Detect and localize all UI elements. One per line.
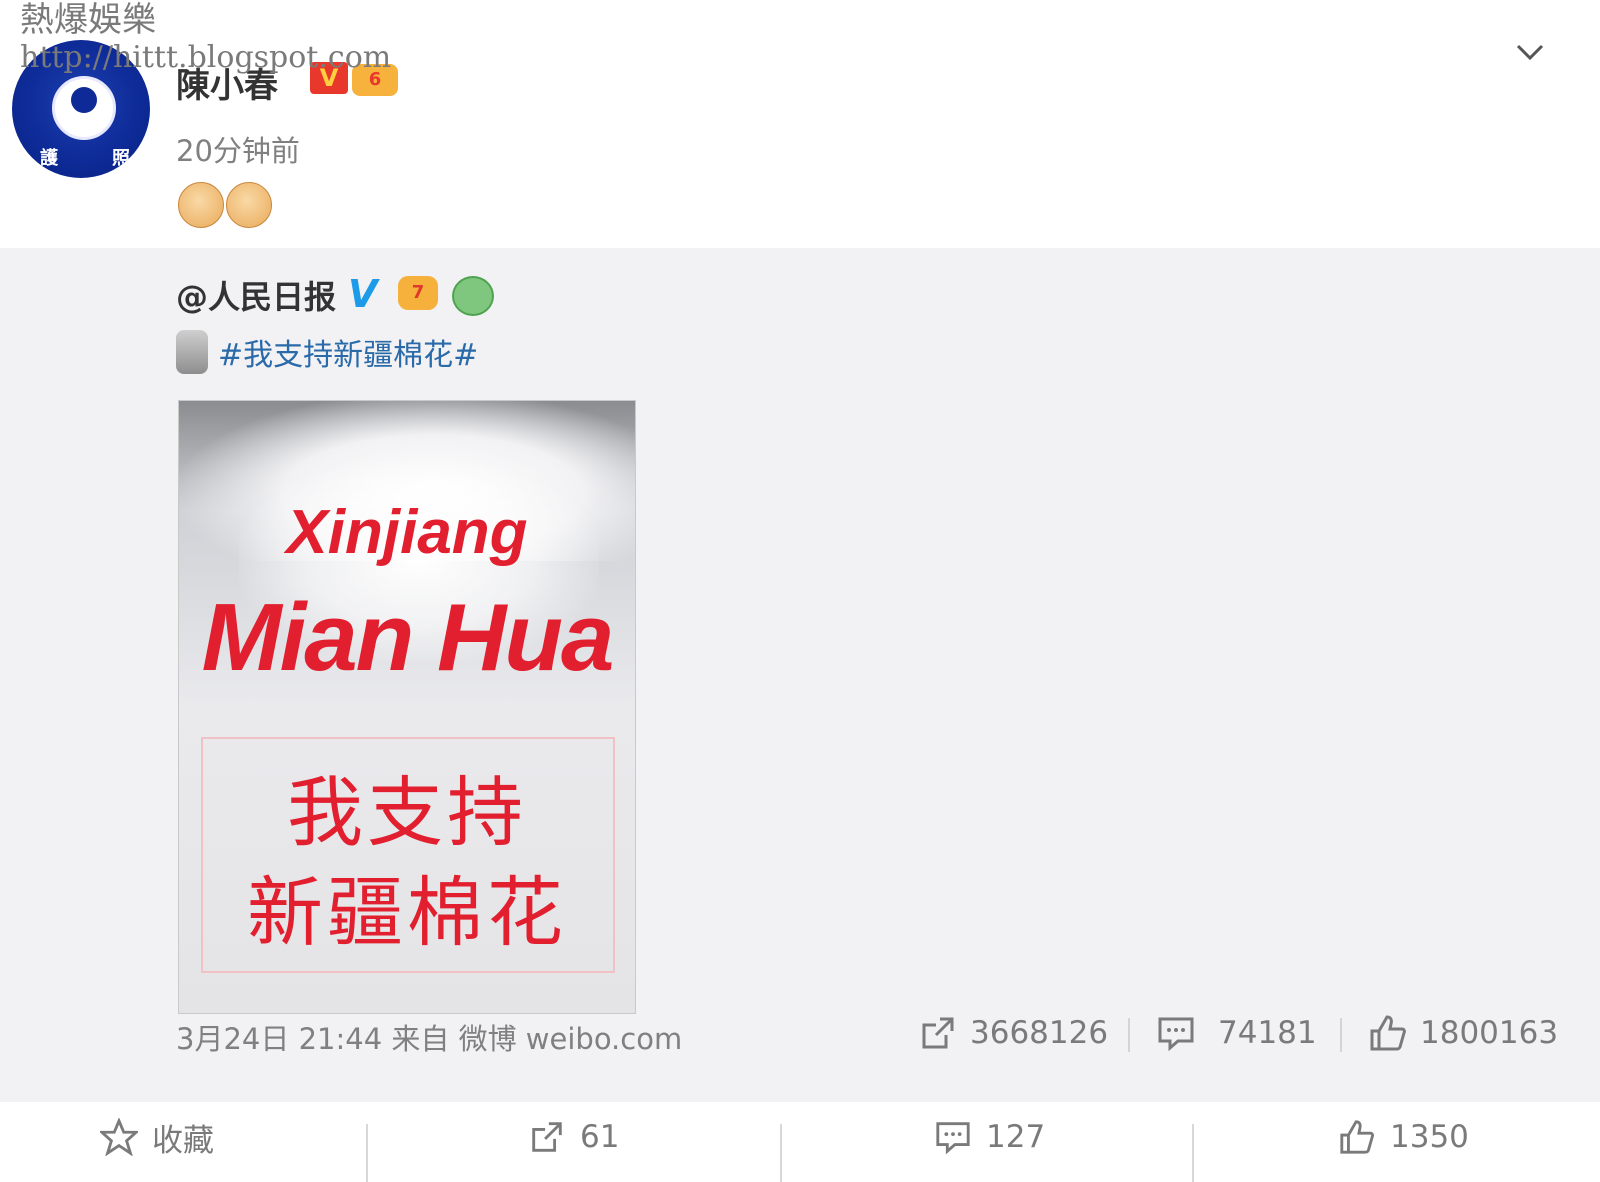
repost-stat[interactable]: 3668126: [918, 1010, 1108, 1056]
avatar-chars: 護照: [40, 148, 130, 169]
image-text-zh1: 我支持: [287, 768, 527, 857]
comment-count: 74181: [1218, 1015, 1317, 1051]
divider: [780, 1124, 782, 1182]
comment-button[interactable]: 127: [934, 1110, 1045, 1164]
fist-emoji-icon: [178, 182, 224, 228]
divider: [1340, 1018, 1342, 1052]
like-button[interactable]: 1350: [1338, 1110, 1469, 1164]
chevron-down-icon[interactable]: [1516, 38, 1544, 66]
microphone-icon: [176, 330, 208, 374]
divider: [1192, 1124, 1194, 1182]
image-text-mianhua: Mian Hua: [201, 584, 615, 691]
post-image[interactable]: Xinjiang Mian Hua 我支持 新疆棉花: [178, 400, 636, 1014]
share-icon: [532, 1122, 562, 1152]
star-icon: [100, 1118, 138, 1156]
post-content: [178, 182, 272, 228]
comment-button-count: 127: [986, 1119, 1046, 1155]
divider: [1128, 1018, 1130, 1052]
hashtag-row: #我支持新疆棉花#: [176, 330, 478, 374]
fist-emoji-icon: [226, 182, 272, 228]
crown-badge-icon: 7: [398, 276, 438, 310]
favorite-button[interactable]: 收藏: [100, 1110, 214, 1164]
repost-button[interactable]: 61: [528, 1110, 619, 1164]
watermark-title: 熱爆娛樂: [20, 0, 156, 40]
repost-meta: 3月24日 21:44 来自 微博 weibo.com: [176, 1022, 683, 1056]
like-button-count: 1350: [1390, 1119, 1469, 1155]
watermark: 熱爆娛樂 http://hittt.blogspot.com: [20, 0, 392, 76]
watermark-url: http://hittt.blogspot.com: [20, 40, 392, 76]
green-avatar-badge-icon: [452, 276, 494, 316]
comment-icon: [1158, 1017, 1194, 1052]
comment-icon: [936, 1122, 970, 1155]
comment-stat[interactable]: 74181: [1156, 1010, 1317, 1056]
image-text-zh2: 新疆棉花: [247, 868, 567, 957]
verified-icon: V: [348, 272, 378, 316]
like-count: 1800163: [1420, 1015, 1559, 1051]
image-text-xinjiang: Xinjiang: [286, 498, 528, 567]
favorite-label: 收藏: [152, 1122, 214, 1159]
like-stat[interactable]: 1800163: [1368, 1010, 1558, 1056]
repost-button-count: 61: [580, 1119, 620, 1155]
post-timestamp[interactable]: 20分钟前: [176, 128, 300, 170]
emblem-icon: [52, 76, 116, 140]
repost-count: 3668126: [970, 1015, 1109, 1051]
hashtag-link[interactable]: #我支持新疆棉花#: [218, 330, 478, 374]
share-icon: [922, 1017, 954, 1049]
thumbs-up-icon: [1370, 1015, 1406, 1051]
divider: [366, 1124, 368, 1182]
original-author[interactable]: @人民日报: [176, 272, 336, 318]
thumbs-up-icon: [1340, 1120, 1374, 1154]
